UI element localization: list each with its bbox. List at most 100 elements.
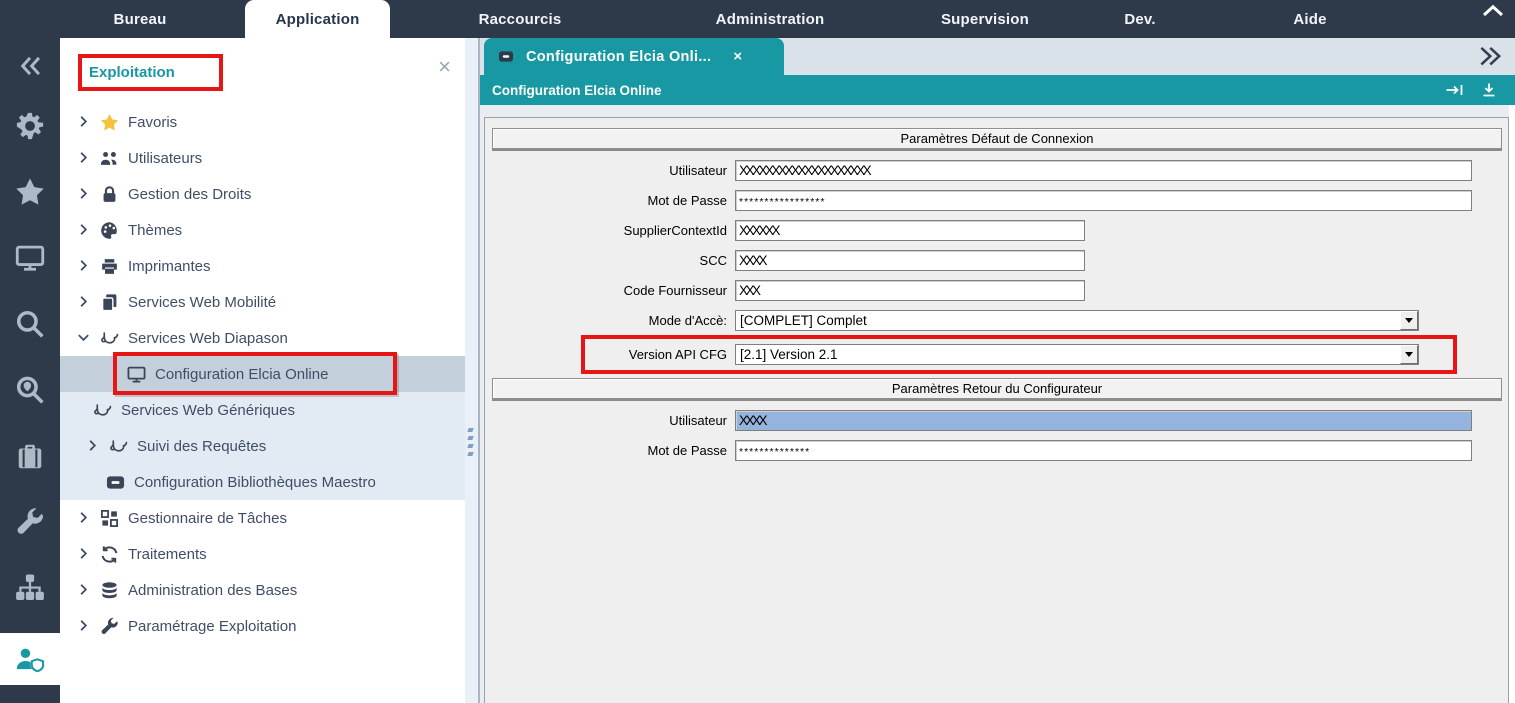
topbar-tab-raccourcis[interactable]: Raccourcis: [430, 0, 610, 38]
tree-item-configuration-elcia-online[interactable]: Configuration Elcia Online: [60, 356, 465, 392]
hand-icon: [92, 400, 112, 420]
tree-item-services-web-diapason[interactable]: Services Web Diapason: [60, 320, 465, 356]
panel-splitter[interactable]: [465, 38, 480, 703]
tab-close-icon[interactable]: ×: [733, 48, 742, 65]
field-row-scc: SCC: [485, 250, 1508, 271]
topbar-tab-aide[interactable]: Aide: [1245, 0, 1375, 38]
tree-item-label: Traitements: [128, 546, 207, 563]
sidebar-item-briefcase[interactable]: [0, 423, 60, 489]
chevron-up-icon[interactable]: [1481, 3, 1505, 21]
tree-item-label: Configuration Elcia Online: [155, 366, 328, 383]
tab-configuration-elcia-online[interactable]: Configuration Elcia Onli... ×: [484, 38, 784, 75]
section-header-parametres-retour-du-configurateur: Paramètres Retour du Configurateur: [492, 378, 1502, 399]
tree-item-traitements[interactable]: Traitements: [60, 536, 465, 572]
sidebar-item-sitemap[interactable]: [0, 555, 60, 621]
gear-icon: [15, 111, 45, 141]
tree-item-services-web-generiques[interactable]: Services Web Génériques: [60, 392, 465, 428]
chevron-right-icon[interactable]: [76, 618, 92, 634]
tree-item-configuration-bibliotheques-maestro[interactable]: Configuration Bibliothèques Maestro: [60, 464, 465, 500]
sidebar-item-collapse-left[interactable]: [0, 38, 60, 93]
topbar-tab-administration[interactable]: Administration: [680, 0, 860, 38]
pin-right-icon[interactable]: [1445, 82, 1465, 98]
dropdown-arrow-icon[interactable]: [1400, 311, 1418, 330]
close-icon[interactable]: ×: [438, 57, 451, 77]
tree-item-label: Gestion des Droits: [128, 186, 251, 203]
tree-item-gestionnaire-de-taches[interactable]: Gestionnaire de Tâches: [60, 500, 465, 536]
tree-item-label: Configuration Bibliothèques Maestro: [134, 474, 376, 491]
chevron-right-icon[interactable]: [76, 546, 92, 562]
utilisateur-input[interactable]: [735, 410, 1472, 431]
chevron-right-icon[interactable]: [76, 150, 92, 166]
scc-input[interactable]: [735, 250, 1085, 271]
tree-item-imprimantes[interactable]: Imprimantes: [60, 248, 465, 284]
tree-item-parametrage-exploitation[interactable]: Paramétrage Exploitation: [60, 608, 465, 644]
chevron-right-icon[interactable]: [76, 294, 92, 310]
sidebar-item-monitor[interactable]: [0, 225, 60, 291]
chevron-right-icon[interactable]: [76, 582, 92, 598]
sidebar-item-wrench[interactable]: [0, 489, 60, 555]
field-row-mode-d-acce: Mode d'Accè:: [485, 310, 1508, 331]
field-label: Mot de Passe: [485, 443, 735, 458]
chevron-down-icon[interactable]: [76, 330, 92, 346]
hand-icon: [108, 436, 128, 456]
version-api-cfg-select[interactable]: [735, 344, 1419, 365]
navigation-tree: Favoris Utilisateurs Gestion des Droits Thè…: [60, 96, 465, 644]
tree-item-utilisateurs[interactable]: Utilisateurs: [60, 140, 465, 176]
tree-item-label: Favoris: [128, 114, 177, 131]
topbar-tab-application[interactable]: Application: [245, 0, 390, 38]
users-icon: [99, 148, 119, 168]
chevron-right-icon[interactable]: [76, 186, 92, 202]
chevron-right-icon[interactable]: [76, 114, 92, 130]
field-row-mot-de-passe: Mot de Passe: [485, 190, 1508, 211]
dropdown-arrow-icon[interactable]: [1400, 345, 1418, 364]
download-icon[interactable]: [1479, 82, 1499, 98]
sidebar-item-search-location[interactable]: [0, 357, 60, 423]
collapse-left-icon: [17, 53, 43, 79]
sidebar-item-gear[interactable]: [0, 93, 60, 159]
configuration-form: Paramètres Défaut de ConnexionUtilisateu…: [484, 117, 1509, 703]
sync-icon: [99, 544, 119, 564]
mode-d-acce-value[interactable]: [736, 311, 1400, 330]
code-fournisseur-input[interactable]: [735, 280, 1085, 301]
grid-icon: [99, 508, 119, 528]
topbar-tab-dev[interactable]: Dev.: [1075, 0, 1205, 38]
sidebar-item-search[interactable]: [0, 291, 60, 357]
maestro-icon: [105, 472, 125, 492]
chevron-right-icon[interactable]: [76, 510, 92, 526]
tree-item-services-web-mobilite[interactable]: Services Web Mobilité: [60, 284, 465, 320]
tree-item-themes[interactable]: Thèmes: [60, 212, 465, 248]
chevron-right-icon[interactable]: [76, 222, 92, 238]
chevron-right-icon[interactable]: [85, 438, 101, 454]
mot-de-passe-input[interactable]: [735, 440, 1472, 461]
sidebar-item-star[interactable]: [0, 159, 60, 225]
tree-item-label: Suivi des Requêtes: [137, 438, 266, 455]
field-label: Version API CFG: [485, 347, 735, 362]
tree-item-favoris[interactable]: Favoris: [60, 104, 465, 140]
sidebar-item-user-shield[interactable]: [0, 633, 60, 685]
tab-title: Configuration Elcia Onli...: [526, 49, 711, 65]
tree-item-label: Services Web Diapason: [128, 330, 288, 347]
tree-item-administration-des-bases[interactable]: Administration des Bases: [60, 572, 465, 608]
suppliercontextid-input[interactable]: [735, 220, 1085, 241]
tree-item-label: Administration des Bases: [128, 582, 297, 599]
tree-item-gestion-des-droits[interactable]: Gestion des Droits: [60, 176, 465, 212]
printer-icon: [99, 256, 119, 276]
icon-sidebar: [0, 38, 60, 703]
pages-icon: [99, 292, 119, 312]
lock-icon: [99, 184, 119, 204]
utilisateur-input[interactable]: [735, 160, 1472, 181]
mode-d-acce-select[interactable]: [735, 310, 1419, 331]
database-icon: [99, 580, 119, 600]
tree-item-label: Paramétrage Exploitation: [128, 618, 296, 635]
topbar-tab-supervision[interactable]: Supervision: [895, 0, 1075, 38]
field-label: Utilisateur: [485, 413, 735, 428]
topbar-tab-bureau[interactable]: Bureau: [75, 0, 205, 38]
briefcase-icon: [15, 441, 45, 471]
double-chevron-right-icon[interactable]: [1475, 46, 1503, 68]
version-api-cfg-value[interactable]: [736, 345, 1400, 364]
tree-item-suivi-des-requetes[interactable]: Suivi des Requêtes: [60, 428, 465, 464]
chevron-right-icon[interactable]: [76, 258, 92, 274]
tree-item-label: Thèmes: [128, 222, 182, 239]
field-row-mot-de-passe: Mot de Passe: [485, 440, 1508, 461]
mot-de-passe-input[interactable]: [735, 190, 1472, 211]
